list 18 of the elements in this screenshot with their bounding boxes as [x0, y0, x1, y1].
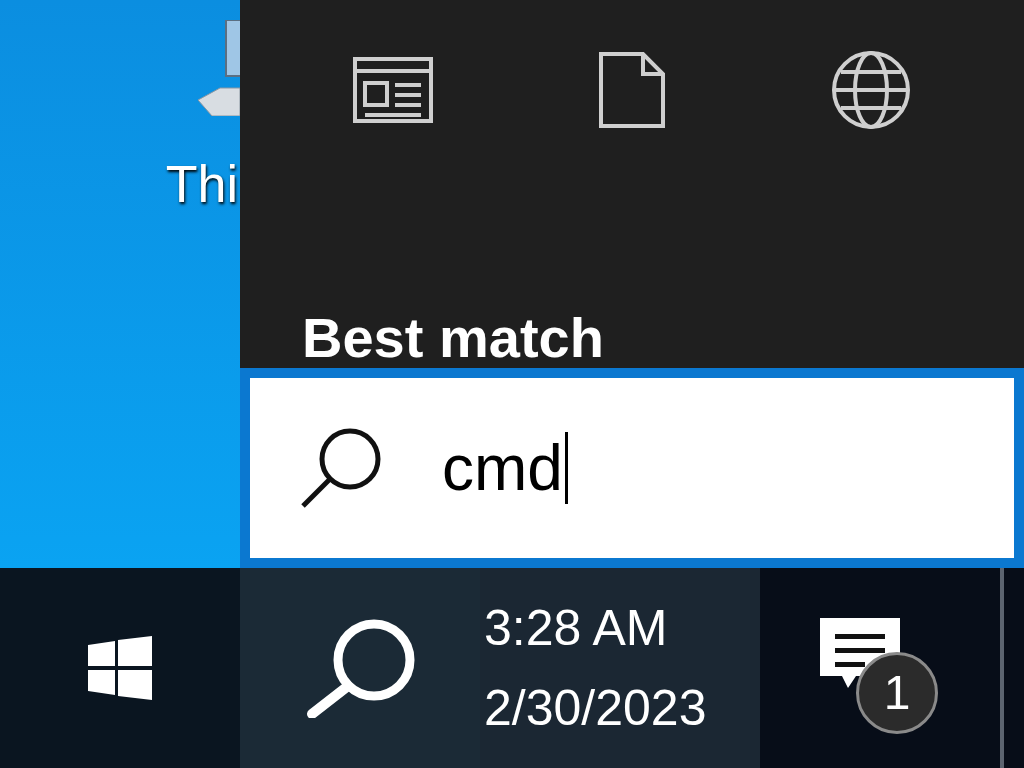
- section-title: Best match: [302, 310, 604, 368]
- search-button[interactable]: [240, 568, 480, 768]
- start-button[interactable]: [0, 568, 240, 768]
- text-cursor: [564, 432, 568, 504]
- clock-button[interactable]: 3:28 AM 2/30/2023: [480, 568, 760, 768]
- desktop-icon-label: Thi: [165, 158, 238, 210]
- app-window-icon[interactable]: [353, 57, 433, 123]
- document-icon[interactable]: [599, 52, 665, 128]
- search-field[interactable]: cmd: [250, 378, 1014, 558]
- globe-icon[interactable]: [831, 50, 911, 130]
- windows-logo-icon: [88, 636, 152, 700]
- clock-time: 3:28 AM: [484, 603, 668, 653]
- notification-badge: 1: [856, 652, 938, 734]
- search-icon: [304, 618, 416, 718]
- clock-date: 2/30/2023: [484, 683, 707, 733]
- search-icon: [300, 427, 382, 509]
- notification-button[interactable]: 1: [760, 568, 1000, 768]
- computer-icon[interactable]: [198, 20, 240, 116]
